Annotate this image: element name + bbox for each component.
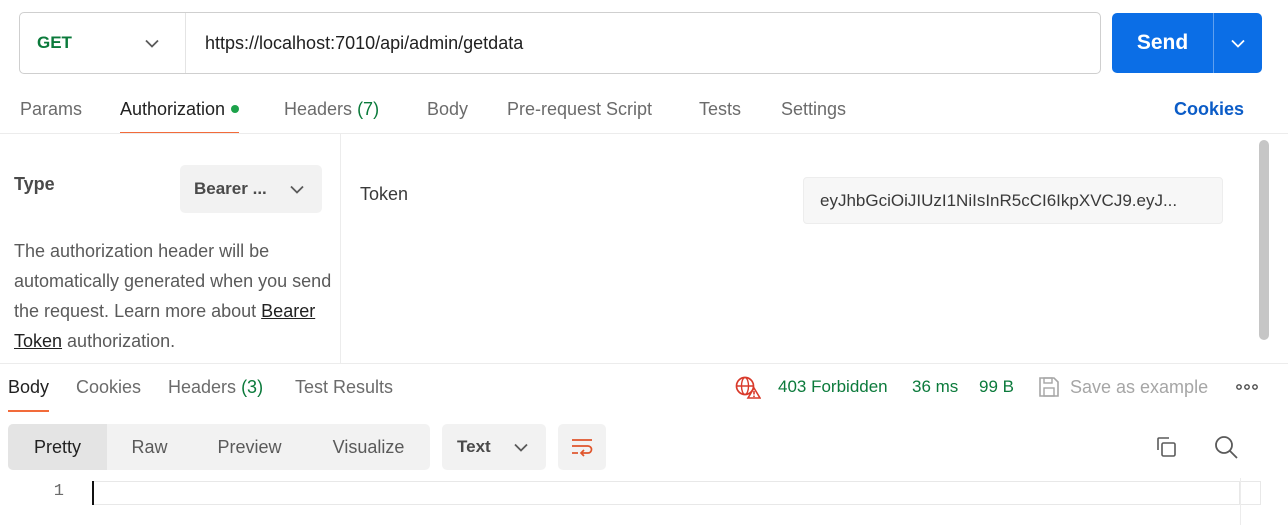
network-error-icon[interactable] bbox=[735, 366, 761, 408]
globe-warning-icon bbox=[735, 376, 761, 399]
editor-scrollbar[interactable] bbox=[1241, 481, 1261, 505]
auth-description-suffix: authorization. bbox=[62, 331, 176, 351]
send-button-group: Send bbox=[1112, 13, 1262, 73]
text-caret bbox=[92, 481, 94, 505]
save-as-example-button[interactable]: Save as example bbox=[1038, 366, 1208, 408]
response-tabs: Body Cookies Headers (3) Test Results 40… bbox=[0, 366, 1288, 412]
request-url-bar: GET bbox=[19, 12, 1101, 74]
save-as-example-label: Save as example bbox=[1070, 376, 1209, 397]
token-input[interactable]: eyJhbGciOiJIUzI1NiIsInR5cCI6IkpXVCJ9.eyJ… bbox=[803, 177, 1223, 224]
tab-response-headers-label: Headers bbox=[168, 377, 237, 397]
cookies-link[interactable]: Cookies bbox=[1174, 88, 1244, 130]
copy-icon bbox=[1157, 437, 1176, 457]
line-number: 1 bbox=[53, 482, 64, 501]
response-editor[interactable]: 1 bbox=[0, 478, 1288, 525]
send-button[interactable]: Send bbox=[1112, 13, 1213, 73]
chevron-down-icon bbox=[145, 39, 159, 48]
tab-settings[interactable]: Settings bbox=[781, 88, 846, 134]
tab-response-cookies[interactable]: Cookies bbox=[76, 366, 141, 412]
tab-response-body[interactable]: Body bbox=[8, 366, 50, 412]
method-label: GET bbox=[37, 33, 72, 52]
token-label: Token bbox=[360, 184, 409, 204]
response-format-select[interactable]: Text bbox=[442, 424, 546, 470]
chevron-down-icon bbox=[514, 443, 528, 452]
status-badge[interactable]: 403 Forbidden bbox=[778, 366, 888, 408]
search-icon bbox=[1215, 436, 1238, 459]
auth-type-value: Bearer ... bbox=[194, 179, 267, 198]
auth-description: The authorization header will be automat… bbox=[14, 236, 334, 356]
more-horizontal-icon bbox=[1236, 384, 1258, 390]
wrap-lines-icon bbox=[572, 439, 593, 457]
tab-authorization[interactable]: Authorization bbox=[120, 88, 240, 134]
auth-scrollbar[interactable] bbox=[1259, 140, 1269, 340]
send-options-button[interactable] bbox=[1213, 13, 1262, 73]
wrap-lines-button[interactable] bbox=[558, 424, 606, 470]
status-dot-icon bbox=[231, 105, 240, 113]
tab-response-headers[interactable]: Headers (3) bbox=[168, 366, 263, 412]
tab-headers[interactable]: Headers (7) bbox=[284, 88, 379, 134]
tab-body[interactable]: Body bbox=[427, 88, 468, 134]
panel-divider bbox=[340, 134, 341, 363]
chevron-down-icon bbox=[290, 185, 304, 194]
more-options-button[interactable] bbox=[1236, 366, 1258, 408]
response-format-value: Text bbox=[457, 437, 491, 456]
search-button[interactable] bbox=[1211, 432, 1241, 462]
tab-response-headers-count: (3) bbox=[241, 377, 264, 397]
chevron-down-icon bbox=[1231, 39, 1245, 48]
url-input[interactable] bbox=[186, 32, 1100, 54]
divider bbox=[0, 363, 1288, 364]
response-view-switcher: Pretty Raw Preview Visualize bbox=[8, 424, 430, 470]
tab-headers-count: (7) bbox=[357, 99, 380, 119]
tab-prerequest-script[interactable]: Pre-request Script bbox=[507, 88, 652, 134]
auth-type-select[interactable]: Bearer ... bbox=[180, 165, 322, 213]
tab-tests[interactable]: Tests bbox=[699, 88, 741, 134]
view-preview[interactable]: Preview bbox=[192, 424, 307, 470]
response-time[interactable]: 36 ms bbox=[912, 366, 958, 408]
copy-button[interactable] bbox=[1151, 432, 1181, 462]
view-visualize[interactable]: Visualize bbox=[307, 424, 430, 470]
auth-type-label: Type bbox=[14, 174, 55, 194]
tab-headers-label: Headers bbox=[284, 99, 353, 119]
request-tabs: Params Authorization Headers (7) Body Pr… bbox=[0, 88, 1288, 134]
active-line-highlight bbox=[92, 481, 1240, 505]
method-select[interactable]: GET bbox=[20, 13, 186, 73]
save-icon bbox=[1039, 377, 1059, 397]
response-size[interactable]: 99 B bbox=[979, 366, 1014, 408]
tab-authorization-label: Authorization bbox=[120, 99, 226, 119]
tab-test-results[interactable]: Test Results bbox=[295, 366, 393, 412]
token-value: eyJhbGciOiJIUzI1NiIsInR5cCI6IkpXVCJ9.eyJ… bbox=[820, 190, 1178, 210]
auth-type-panel: Type Bearer ... The authorization header… bbox=[0, 134, 341, 363]
view-raw[interactable]: Raw bbox=[107, 424, 192, 470]
tab-params[interactable]: Params bbox=[20, 88, 82, 134]
view-pretty[interactable]: Pretty bbox=[8, 424, 107, 470]
